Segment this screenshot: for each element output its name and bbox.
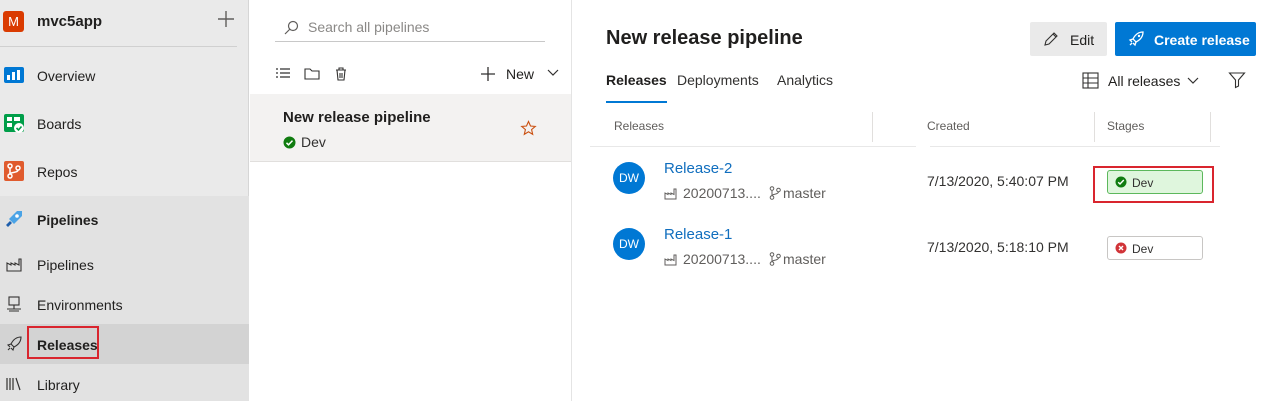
- edit-button[interactable]: Edit: [1030, 22, 1107, 56]
- rocket-icon: [6, 336, 22, 352]
- tab-deployments[interactable]: Deployments: [677, 72, 759, 88]
- pipeline-list-item[interactable]: New release pipeline Dev: [250, 94, 571, 162]
- release-name-link[interactable]: Release-1: [664, 226, 732, 243]
- edit-label: Edit: [1070, 32, 1095, 48]
- search-input[interactable]: [308, 19, 538, 35]
- nav-sub-pipelines[interactable]: Pipelines: [0, 244, 249, 284]
- artifact-version: 20200713....: [683, 185, 761, 201]
- highlight-box: [1093, 166, 1214, 203]
- created-date: 7/13/2020, 5:40:07 PM: [927, 173, 1069, 189]
- pencil-icon: [1044, 32, 1058, 46]
- search-box: [275, 14, 545, 42]
- list-view-icon[interactable]: [275, 66, 291, 82]
- page-title: New release pipeline: [606, 27, 803, 49]
- table-header: Releases Created Stages: [590, 108, 1220, 147]
- stage-name: Dev: [1132, 242, 1154, 256]
- pipelines-toolbar: New: [275, 62, 565, 86]
- table-row[interactable]: DW Release-1 20200713.... master 7/13/20…: [590, 220, 1220, 286]
- release-name-link[interactable]: Release-2: [664, 160, 732, 177]
- column-separator: [872, 112, 873, 142]
- error-icon: [1115, 242, 1127, 254]
- boards-icon: [4, 114, 24, 133]
- avatar: DW: [613, 228, 645, 260]
- pipeline-stage-label: Dev: [301, 134, 326, 150]
- column-header-stages: Stages: [1107, 119, 1145, 133]
- stage-badge[interactable]: Dev: [1107, 236, 1203, 260]
- pipeline-name: New release pipeline: [283, 109, 431, 126]
- branch-name: master: [783, 185, 826, 201]
- nav-item-label: Boards: [37, 116, 82, 132]
- filter-label: All releases: [1108, 73, 1181, 89]
- column-header-created: Created: [927, 119, 970, 133]
- tab-analytics[interactable]: Analytics: [777, 72, 833, 88]
- nav-item-pipelines[interactable]: Pipelines: [0, 200, 249, 240]
- create-release-button[interactable]: Create release: [1115, 22, 1256, 56]
- overview-icon: [4, 67, 24, 83]
- left-nav: M mvc5app Overview Boards Repos Pipeline…: [0, 0, 249, 401]
- nav-item-boards[interactable]: Boards: [0, 104, 249, 144]
- rocket-icon: [1128, 31, 1144, 47]
- column-header-releases: Releases: [614, 119, 665, 133]
- azure-devops-app: M mvc5app Overview Boards Repos Pipeline…: [0, 0, 1262, 401]
- environments-icon: [7, 296, 21, 312]
- pipeline-factory-icon: [6, 258, 22, 272]
- trash-icon[interactable]: [333, 66, 349, 82]
- nav-sub-label: Library: [37, 377, 80, 393]
- create-release-label: Create release: [1154, 32, 1250, 48]
- project-name[interactable]: mvc5app: [37, 13, 102, 30]
- nav-sub-label: Pipelines: [37, 257, 94, 273]
- plus-icon: [481, 67, 495, 81]
- project-header: M mvc5app: [0, 0, 249, 46]
- star-icon[interactable]: [520, 120, 537, 137]
- nav-sub-library[interactable]: Library: [0, 364, 249, 401]
- branch-icon: [769, 252, 781, 266]
- nav-sub-environments[interactable]: Environments: [0, 284, 249, 324]
- nav-item-label: Pipelines: [37, 212, 99, 228]
- repos-icon: [4, 161, 24, 181]
- pipelines-icon: [6, 211, 22, 227]
- folder-icon[interactable]: [304, 66, 320, 82]
- column-separator: [1094, 112, 1095, 142]
- nav-item-label: Overview: [37, 68, 96, 84]
- created-date: 7/13/2020, 5:18:10 PM: [927, 239, 1069, 255]
- branch-name: master: [783, 251, 826, 267]
- avatar: DW: [613, 162, 645, 194]
- library-icon: [6, 377, 21, 391]
- header-divider: [930, 146, 1220, 147]
- header-divider: [590, 146, 916, 147]
- highlight-box: [27, 326, 99, 359]
- table-icon: [1082, 72, 1099, 89]
- column-separator: [1210, 112, 1211, 142]
- project-avatar[interactable]: M: [3, 11, 24, 32]
- filter-icon[interactable]: [1228, 71, 1246, 89]
- artifact-version: 20200713....: [683, 251, 761, 267]
- nav-divider: [0, 46, 237, 47]
- chevron-down-icon: [547, 69, 559, 76]
- nav-item-label: Repos: [37, 164, 78, 180]
- success-icon: [283, 136, 296, 149]
- nav-item-repos[interactable]: Repos: [0, 152, 249, 192]
- search-icon: [284, 20, 299, 35]
- pipelines-panel: New New release pipeline Dev: [250, 0, 572, 401]
- new-label: New: [506, 66, 535, 82]
- build-artifact-icon: [664, 188, 677, 200]
- add-icon[interactable]: [215, 8, 237, 30]
- build-artifact-icon: [664, 254, 677, 266]
- nav-item-overview[interactable]: Overview: [0, 56, 249, 96]
- branch-icon: [769, 186, 781, 200]
- nav-sub-label: Environments: [37, 297, 123, 313]
- chevron-down-icon: [1187, 77, 1199, 84]
- tab-releases[interactable]: Releases: [606, 72, 667, 103]
